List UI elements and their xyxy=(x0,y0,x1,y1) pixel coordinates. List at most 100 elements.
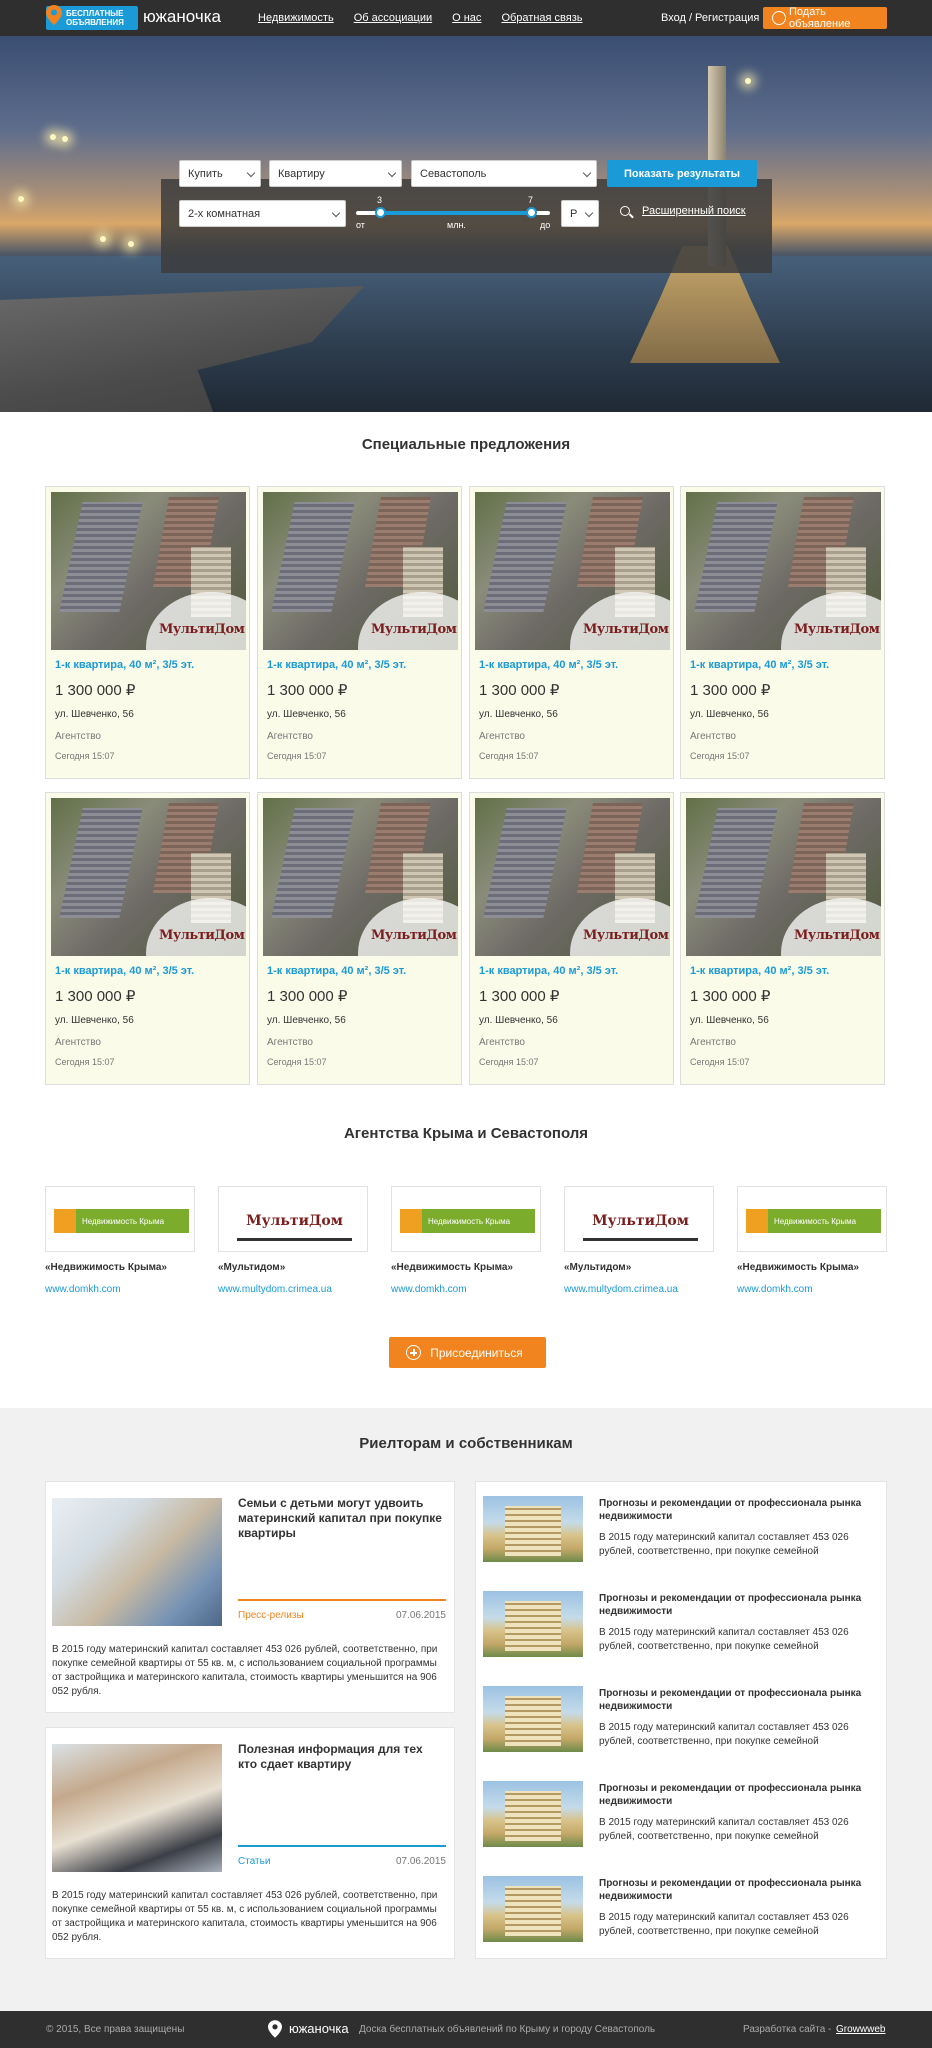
price-range-slider[interactable] xyxy=(356,207,550,218)
currency-select[interactable]: Р xyxy=(561,200,599,227)
price-min-handle[interactable] xyxy=(375,207,386,218)
footer: © 2015, Все права защищены южаночка Доск… xyxy=(0,2011,932,2048)
show-results-button[interactable]: Показать результаты xyxy=(607,160,757,187)
photo-watermark xyxy=(570,898,670,956)
top-bar: БЕСПЛАТНЫЕ ОБЪЯВЛЕНИЯ южаночка Недвижимо… xyxy=(0,0,932,36)
photo-building xyxy=(271,808,355,918)
agency-logo[interactable]: МультиДом xyxy=(218,1186,368,1252)
offer-title[interactable]: 1-к квартира, 40 м², 3/5 эт. xyxy=(479,659,618,671)
agency-logo[interactable]: Недвижимость Крыма xyxy=(391,1186,541,1252)
lamp-light xyxy=(745,78,751,84)
nav-link-association[interactable]: Об ассоциации xyxy=(354,12,432,24)
news-side-title[interactable]: Прогнозы и рекомендации от профессионала… xyxy=(599,1782,879,1808)
news-side-photo[interactable] xyxy=(483,1591,583,1657)
offer-photo[interactable]: МультиДом xyxy=(475,798,670,956)
offer-address: ул. Шевченко, 56 xyxy=(267,1015,346,1026)
photo-building xyxy=(483,502,567,612)
offer-title[interactable]: 1-к квартира, 40 м², 3/5 эт. xyxy=(55,659,194,671)
house-icon xyxy=(54,1209,76,1233)
news-card[interactable]: Семьи с детьми могут удвоить материнский… xyxy=(45,1481,455,1713)
agency-logo-text: Недвижимость Крыма xyxy=(82,1216,165,1226)
offer-card[interactable]: МультиДом 1-к квартира, 40 м², 3/5 эт. 1 3… xyxy=(257,792,462,1085)
type-select-value: Квартиру xyxy=(278,168,325,180)
agency-name: «Недвижимость Крыма» xyxy=(737,1262,859,1273)
offer-card[interactable]: МультиДом 1-к квартира, 40 м², 3/5 эт. 1 3… xyxy=(469,792,674,1085)
offer-photo[interactable]: МультиДом xyxy=(475,492,670,650)
news-side-photo[interactable] xyxy=(483,1496,583,1562)
photo-brand-logo: МультиДом xyxy=(159,928,245,943)
lamp-light xyxy=(62,136,68,142)
offer-photo[interactable]: МультиДом xyxy=(263,492,458,650)
deal-select[interactable]: Купить xyxy=(179,160,261,187)
footer-copyright: © 2015, Все права защищены xyxy=(46,2024,185,2035)
post-ad-button[interactable]: Подать объявление xyxy=(763,6,887,30)
news-side-title[interactable]: Прогнозы и рекомендации от профессионала… xyxy=(599,1687,879,1713)
agency-url[interactable]: www.domkh.com xyxy=(391,1284,467,1295)
offer-title[interactable]: 1-к квартира, 40 м², 3/5 эт. xyxy=(267,965,406,977)
offer-card[interactable]: МультиДом 1-к квартира, 40 м², 3/5 эт. 1 3… xyxy=(680,486,885,779)
offer-card[interactable]: МультиДом 1-к квартира, 40 м², 3/5 эт. 1 3… xyxy=(680,792,885,1085)
news-side-text: В 2015 году материнский капитал составля… xyxy=(599,1722,849,1747)
offer-card[interactable]: МультиДом 1-к квартира, 40 м², 3/5 эт. 1 3… xyxy=(257,486,462,779)
offer-photo[interactable]: МультиДом xyxy=(51,798,246,956)
price-max-handle[interactable] xyxy=(526,207,537,218)
photo-brand-logo: МультиДом xyxy=(794,928,880,943)
photo-brand-logo: МультиДом xyxy=(371,622,457,637)
rooms-select[interactable]: 2-х комнатная xyxy=(179,200,346,227)
news-card[interactable]: Полезная информация для тех кто сдает кв… xyxy=(45,1727,455,1959)
news-photo[interactable] xyxy=(52,1498,222,1626)
agency-logo-text: Недвижимость Крыма xyxy=(774,1216,857,1226)
offer-address: ул. Шевченко, 56 xyxy=(690,1015,769,1026)
offer-photo[interactable]: МультиДом xyxy=(263,798,458,956)
join-button[interactable]: Присоединиться xyxy=(389,1337,546,1368)
news-title[interactable]: Семьи с детьми могут удвоить материнский… xyxy=(238,1496,443,1541)
offer-card[interactable]: МультиДом 1-к квартира, 40 м², 3/5 эт. 1 3… xyxy=(469,486,674,779)
advanced-search-link[interactable]: Расширенный поиск xyxy=(620,205,746,217)
plus-icon xyxy=(406,1345,421,1360)
nav-link-feedback[interactable]: Обратная связь xyxy=(501,12,582,24)
news-title[interactable]: Полезная информация для тех кто сдает кв… xyxy=(238,1742,443,1772)
agency-logo[interactable]: Недвижимость Крыма xyxy=(45,1186,195,1252)
city-select[interactable]: Севастополь xyxy=(411,160,597,187)
news-side-title[interactable]: Прогнозы и рекомендации от профессионала… xyxy=(599,1497,879,1523)
login-link[interactable]: Вход / Регистрация xyxy=(661,12,759,24)
news-side-title[interactable]: Прогнозы и рекомендации от профессионала… xyxy=(599,1877,879,1903)
offer-photo[interactable]: МультиДом xyxy=(51,492,246,650)
offer-card[interactable]: МультиДом 1-к квартира, 40 м², 3/5 эт. 1 3… xyxy=(45,792,250,1085)
news-category[interactable]: Статьи xyxy=(238,1856,270,1867)
agency-url[interactable]: www.multydom.crimea.ua xyxy=(218,1284,332,1295)
news-category[interactable]: Пресс-релизы xyxy=(238,1610,304,1621)
offer-address: ул. Шевченко, 56 xyxy=(55,1015,134,1026)
offer-card[interactable]: МультиДом 1-к квартира, 40 м², 3/5 эт. 1 3… xyxy=(45,486,250,779)
news-side-photo[interactable] xyxy=(483,1686,583,1752)
footer-dev-link[interactable]: Growwweb xyxy=(836,2024,885,2035)
agency-logo[interactable]: МультиДом xyxy=(564,1186,714,1252)
news-side-title[interactable]: Прогнозы и рекомендации от профессионала… xyxy=(599,1592,879,1618)
logo-text[interactable]: южаночка xyxy=(143,7,221,27)
offer-title[interactable]: 1-к квартира, 40 м², 3/5 эт. xyxy=(690,659,829,671)
agency-url[interactable]: www.domkh.com xyxy=(737,1284,813,1295)
news-side-photo[interactable] xyxy=(483,1781,583,1847)
news-side-photo[interactable] xyxy=(483,1876,583,1942)
nav-link-realty[interactable]: Недвижимость xyxy=(258,12,334,24)
offer-date: Сегодня 15:07 xyxy=(55,751,115,761)
agency-name: «Мультидом» xyxy=(218,1262,286,1273)
footer-logo[interactable]: южаночка xyxy=(289,2021,349,2036)
offer-title[interactable]: 1-к квартира, 40 м², 3/5 эт. xyxy=(55,965,194,977)
offer-title[interactable]: 1-к квартира, 40 м², 3/5 эт. xyxy=(690,965,829,977)
offer-address: ул. Шевченко, 56 xyxy=(55,709,134,720)
nav-link-about[interactable]: О нас xyxy=(452,12,481,24)
price-range-fill xyxy=(380,211,532,215)
news-photo[interactable] xyxy=(52,1744,222,1872)
offer-photo[interactable]: МультиДом xyxy=(686,492,881,650)
price-unit-label: млн. xyxy=(447,220,466,230)
offer-agent: Агентство xyxy=(55,1037,101,1048)
offer-title[interactable]: 1-к квартира, 40 м², 3/5 эт. xyxy=(479,965,618,977)
type-select[interactable]: Квартиру xyxy=(269,160,402,187)
offer-title[interactable]: 1-к квартира, 40 м², 3/5 эт. xyxy=(267,659,406,671)
agency-url[interactable]: www.domkh.com xyxy=(45,1284,121,1295)
photo-watermark xyxy=(146,898,246,956)
offer-photo[interactable]: МультиДом xyxy=(686,798,881,956)
agency-logo[interactable]: Недвижимость Крыма xyxy=(737,1186,887,1252)
agency-url[interactable]: www.multydom.crimea.ua xyxy=(564,1284,678,1295)
